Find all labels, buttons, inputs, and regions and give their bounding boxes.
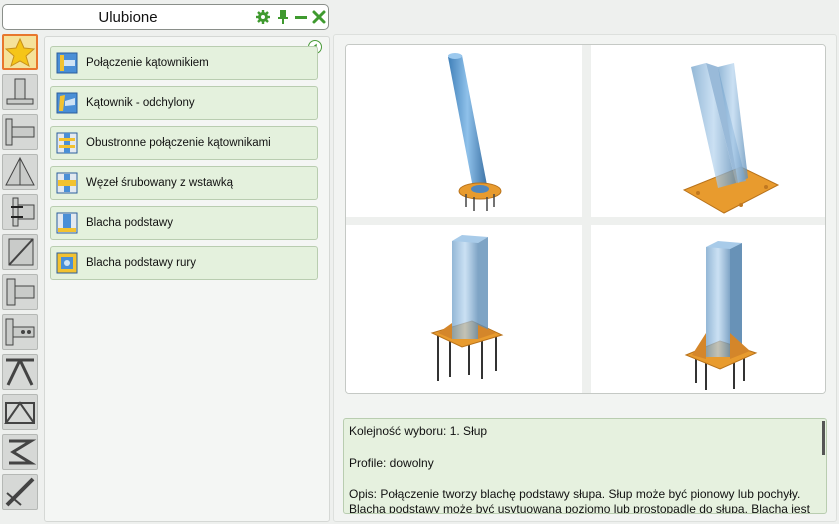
angle-skewed-icon — [56, 92, 78, 114]
list-item-bolted-insert[interactable]: Węzeł śrubowany z wstawką — [50, 166, 318, 200]
bolted-insert-icon — [56, 172, 78, 194]
truss-icon — [4, 401, 35, 424]
category-cleats[interactable] — [2, 314, 38, 350]
description-scrollbar[interactable] — [822, 421, 825, 455]
list-item-label: Połączenie kątownikiem — [86, 57, 209, 69]
base-plate-icon — [56, 212, 78, 234]
category-misc[interactable] — [2, 474, 38, 510]
selection-order-text: Kolejność wyboru: 1. Słup — [349, 424, 488, 438]
panel-title: Ulubione — [98, 9, 158, 26]
list-item-label: Węzeł śrubowany z wstawką — [86, 177, 233, 189]
connection-list: Połączenie kątownikiem Kątownik - odchyl… — [44, 36, 330, 522]
gear-icon[interactable] — [255, 9, 271, 25]
gusset-icon — [8, 238, 34, 266]
list-item-label: Blacha podstawy rury — [86, 257, 196, 269]
cleat-icon — [5, 318, 35, 346]
misc-icon — [5, 477, 35, 507]
category-favorites[interactable] — [2, 34, 38, 70]
bracing-icon — [5, 156, 35, 186]
list-item-label: Kątownik - odchylony — [86, 97, 195, 109]
list-item-label: Obustronne połączenie kątownikami — [86, 137, 271, 149]
list-item-label: Blacha podstawy — [86, 217, 173, 229]
list-item-base-plate[interactable]: Blacha podstawy — [50, 206, 318, 240]
list-item-tube-base-plate[interactable]: Blacha podstawy rury — [50, 246, 318, 280]
category-bracing[interactable] — [2, 154, 38, 190]
truss-node-icon — [6, 358, 34, 386]
panel-title-bar: Ulubione — [2, 4, 329, 30]
category-base-plates[interactable] — [2, 74, 38, 110]
list-item-double-angle[interactable]: Obustronne połączenie kątownikami — [50, 126, 318, 160]
list-item-angle-connection[interactable]: Połączenie kątownikiem — [50, 46, 318, 80]
pin-icon[interactable] — [275, 9, 291, 25]
preview-image — [345, 44, 826, 394]
preview-3d-views — [346, 45, 825, 393]
category-end-plates[interactable] — [2, 274, 38, 310]
end-plate-icon — [6, 278, 35, 306]
list-item-angle-skewed[interactable]: Kątownik - odchylony — [50, 86, 318, 120]
category-trusses[interactable] — [2, 394, 38, 430]
close-icon[interactable] — [311, 9, 327, 25]
base-plate-icon — [6, 78, 34, 105]
category-beam-column[interactable] — [2, 114, 38, 150]
description-box: Kolejność wyboru: 1. Słup Profile: dowol… — [343, 418, 827, 514]
angle-connection-icon — [56, 52, 78, 74]
category-truss-nodes[interactable] — [2, 354, 38, 390]
purlin-icon — [9, 439, 37, 465]
minimize-icon[interactable] — [293, 9, 309, 25]
description-text: Opis: Połączenie tworzy blachę podstawy … — [349, 487, 801, 501]
star-icon — [4, 37, 36, 68]
category-beam-splice[interactable] — [2, 194, 38, 230]
beam-column-icon — [5, 118, 35, 146]
category-purlins[interactable] — [2, 434, 38, 470]
tube-base-plate-icon — [56, 252, 78, 274]
category-strip — [0, 32, 42, 522]
description-text-cont: Blacha podstawy może być usytuowana pozi… — [349, 502, 810, 514]
double-angle-icon — [56, 132, 78, 154]
profile-text: Profile: dowolny — [349, 456, 434, 470]
category-gusset[interactable] — [2, 234, 38, 270]
splice-icon — [11, 197, 35, 227]
